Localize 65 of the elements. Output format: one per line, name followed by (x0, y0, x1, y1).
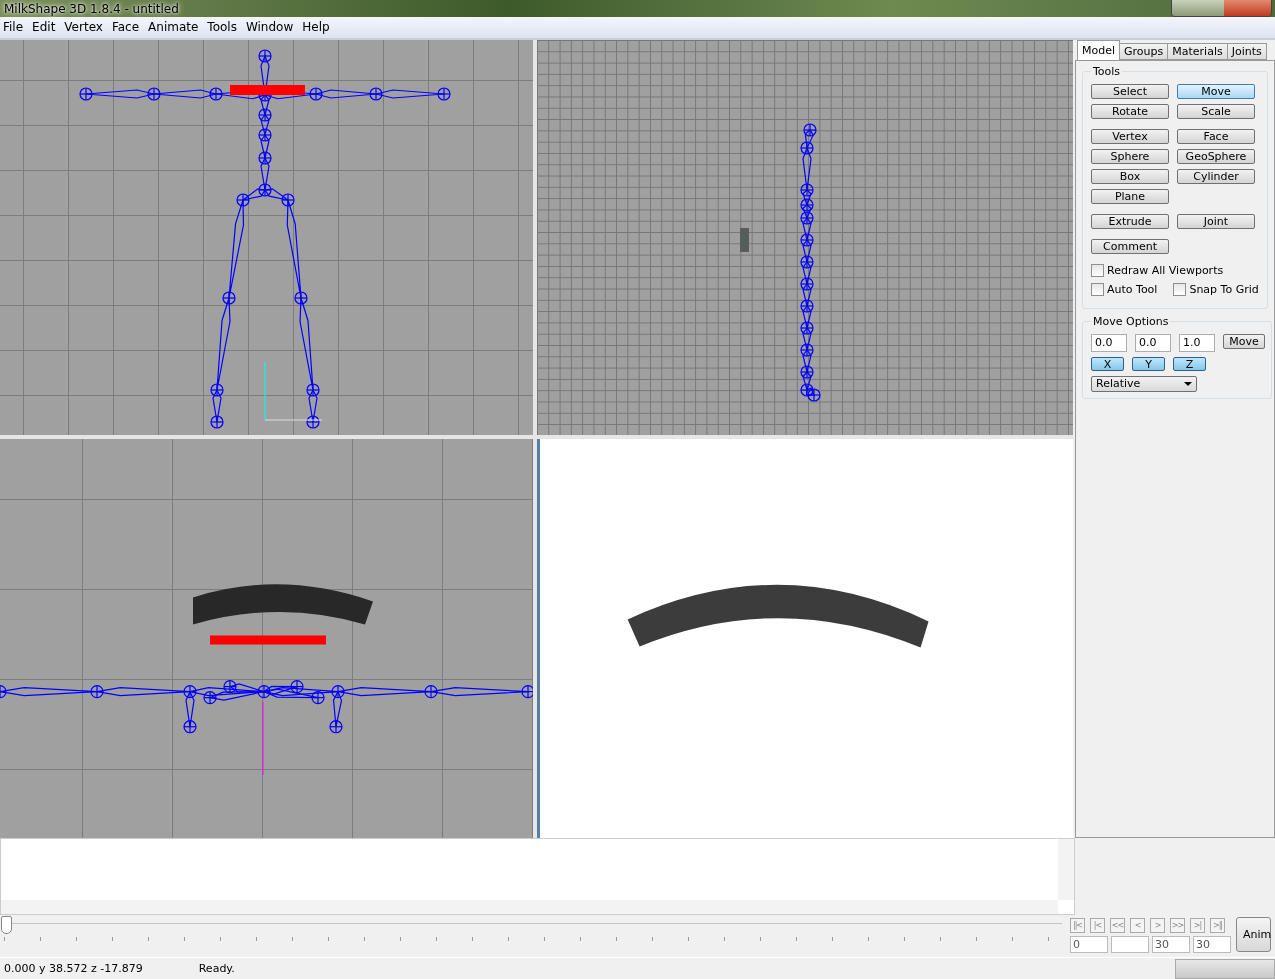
checkbox-label: Snap To Grid (1189, 282, 1259, 296)
menu-item[interactable]: Window (242, 20, 300, 35)
frame-field[interactable] (1111, 936, 1149, 954)
tool-button[interactable]: Vertex (1091, 128, 1169, 144)
tool-button[interactable]: Face (1177, 128, 1255, 144)
menu-item[interactable]: Animate (145, 20, 205, 35)
minimize-button[interactable] (1172, 0, 1198, 16)
axis-button[interactable]: X (1091, 356, 1124, 371)
axis-button[interactable]: Y (1132, 356, 1165, 371)
menu-item[interactable]: Vertex (61, 20, 109, 35)
frame-button[interactable]: ||< (1070, 918, 1085, 934)
caret-icon (1184, 381, 1192, 386)
frame-button[interactable]: |< (1090, 918, 1105, 934)
checkbox-label: Redraw All Viewports (1107, 263, 1224, 277)
menu-item[interactable]: Tools (204, 20, 243, 35)
frame-button[interactable]: << (1110, 918, 1125, 934)
viewport[interactable] (0, 438, 533, 838)
input-field[interactable]: 0.0 (1091, 333, 1127, 352)
menu-item[interactable]: Edit (29, 20, 62, 35)
coordinates-text: 0.000 y 38.572 z -17.879 (4, 962, 143, 976)
menu-item[interactable]: File (0, 20, 30, 35)
anim-button[interactable]: Anim (1236, 917, 1271, 953)
frame-button[interactable]: >|| (1210, 918, 1225, 934)
tool-button[interactable]: Plane (1091, 188, 1169, 204)
tool-button[interactable]: Scale (1177, 103, 1255, 119)
tool-button[interactable]: Rotate (1091, 103, 1169, 119)
tool-button[interactable]: Joint (1177, 213, 1255, 229)
menu-item[interactable]: Help (299, 20, 336, 35)
window-title: MilkShape 3D 1.8.4 - untitled (4, 1, 179, 16)
tool-button[interactable]: Move (1177, 83, 1255, 99)
horizontal-scrollbar[interactable] (1, 900, 1058, 915)
maximize-button[interactable] (1198, 0, 1224, 16)
frame-field[interactable]: 0 (1070, 936, 1108, 954)
checkbox[interactable] (1091, 263, 1104, 277)
frame-field[interactable]: 30 (1193, 936, 1231, 954)
mode-dropdown[interactable]: Relative (1091, 375, 1197, 392)
checkbox[interactable] (1091, 282, 1104, 296)
tool-button[interactable]: Extrude (1091, 213, 1169, 229)
status-message: Ready. (198, 962, 235, 976)
move-button[interactable]: Move (1223, 333, 1265, 349)
axis-drawing (264, 361, 323, 421)
vertical-scrollbar[interactable] (1058, 838, 1074, 901)
tab[interactable]: Joints (1226, 42, 1267, 60)
tool-button[interactable]: Cylinder (1177, 168, 1255, 184)
tab[interactable]: Groups (1119, 42, 1169, 60)
tool-button[interactable]: Box (1091, 168, 1169, 184)
frame-button[interactable]: < (1130, 918, 1145, 934)
close-button[interactable] (1224, 0, 1271, 16)
group-title: Move Options (1092, 314, 1170, 328)
frame-field[interactable]: 30 (1152, 936, 1190, 954)
tab[interactable]: Materials (1167, 42, 1228, 60)
group-title: Tools (1092, 64, 1122, 78)
slider-thumb[interactable] (1, 916, 12, 935)
checkbox-label: Auto Tool (1107, 282, 1158, 296)
tool-button[interactable]: GeoSphere (1177, 148, 1255, 164)
checkbox[interactable] (1173, 282, 1187, 296)
axis-button[interactable]: Z (1173, 356, 1206, 371)
tool-button[interactable]: Select (1091, 83, 1169, 99)
input-field[interactable]: 0.0 (1135, 333, 1171, 352)
mesh-block (740, 227, 749, 252)
tool-button[interactable]: Sphere (1091, 148, 1169, 164)
tool-button[interactable]: Comment (1091, 238, 1169, 254)
input-field[interactable]: 1.0 (1179, 333, 1215, 352)
menu-item[interactable]: Face (108, 20, 146, 35)
viewport[interactable] (537, 438, 1073, 838)
